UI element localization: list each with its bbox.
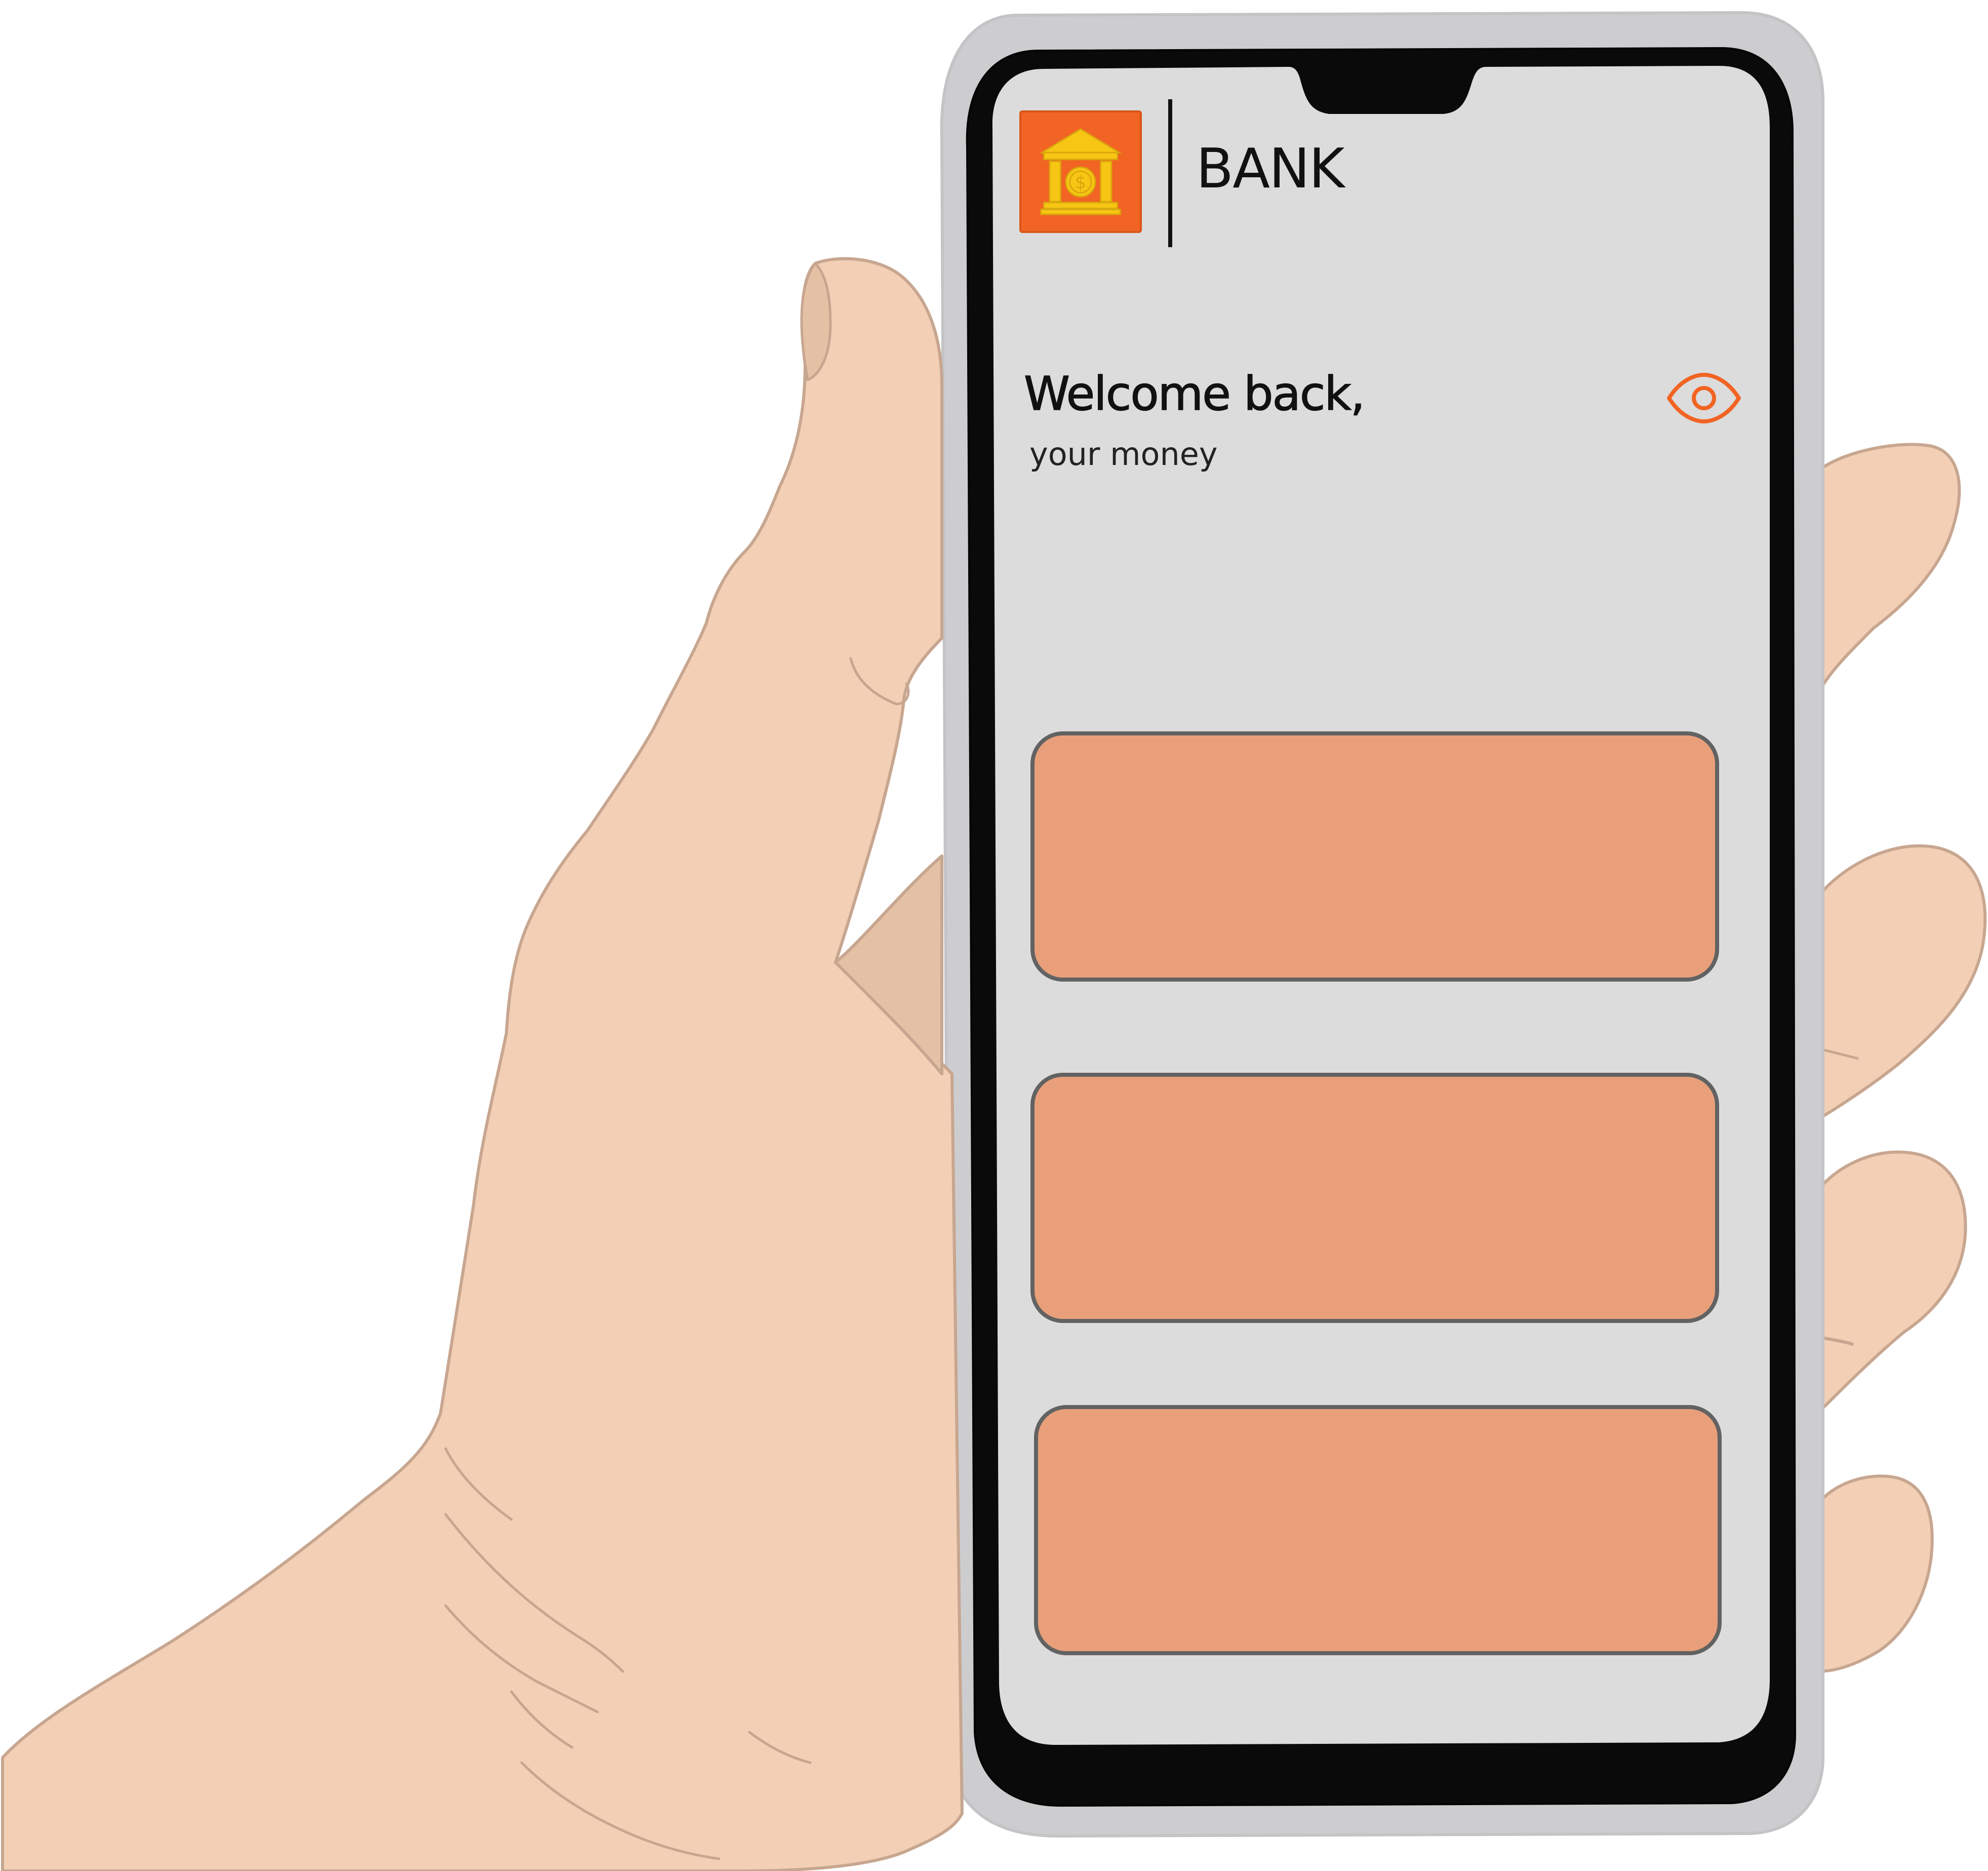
palm-and-thumb <box>1 257 964 1871</box>
bank-logo-icon: $ <box>1019 110 1142 233</box>
account-card[interactable] <box>1034 1405 1722 1655</box>
welcome-subtitle: your money <box>1029 436 1218 473</box>
brand-name: BANK <box>1196 137 1345 201</box>
account-card[interactable] <box>1030 731 1719 982</box>
account-card[interactable] <box>1030 1073 1719 1323</box>
brand-divider <box>1168 99 1172 247</box>
welcome-title: Welcome back, <box>1023 367 1365 421</box>
svg-text:$: $ <box>1075 173 1086 193</box>
back-fingers <box>1816 443 1987 1673</box>
eye-icon[interactable] <box>1666 372 1742 424</box>
